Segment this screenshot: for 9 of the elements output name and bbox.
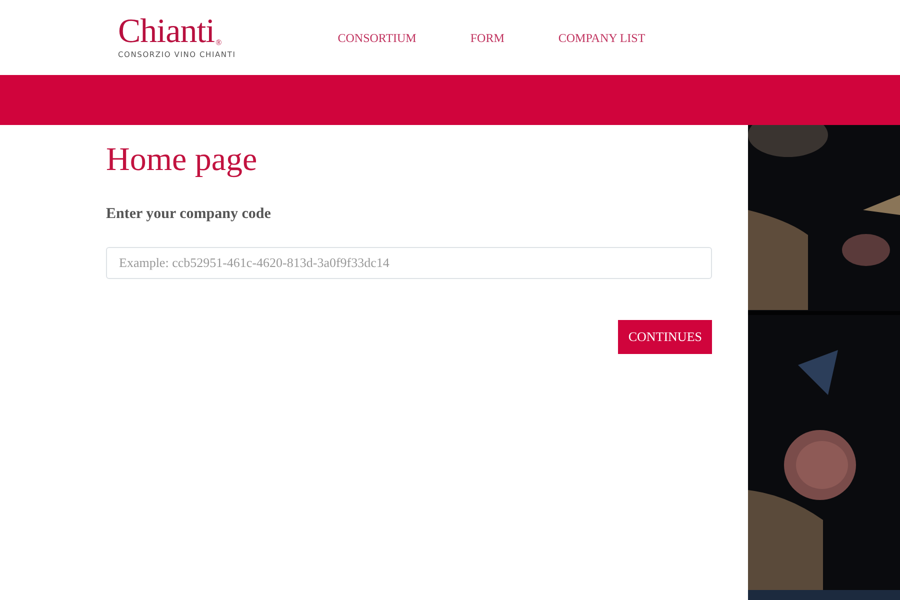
nav-link[interactable]: COMPANY LIST xyxy=(558,28,646,46)
nav-link[interactable]: FORM xyxy=(470,28,504,46)
company-code-field[interactable]: Example: ccb52951-461c-4620-813d-3a0f9f33dc14 xyxy=(106,247,712,280)
logo-wordmark[interactable]: Chianti xyxy=(118,14,215,49)
field-label: Enter your company code xyxy=(106,204,272,224)
registered-mark: ® xyxy=(216,36,222,49)
page-title: Home page xyxy=(106,141,258,180)
nav-link[interactable]: CONSORTIUM xyxy=(338,28,416,46)
continue-button[interactable]: CONTINUES xyxy=(618,320,712,354)
